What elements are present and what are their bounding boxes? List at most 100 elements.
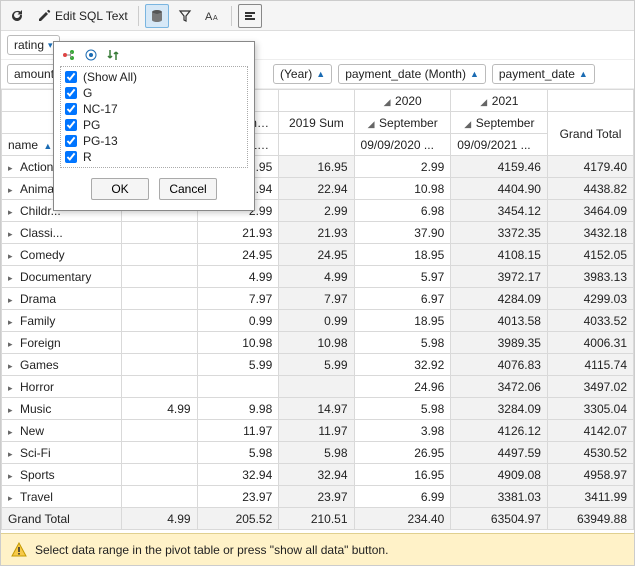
font-size-button[interactable]: AA xyxy=(201,4,225,28)
table-row[interactable]: ▸Classi...21.9321.9337.903372.353432.18 xyxy=(2,222,634,244)
sort-icon[interactable] xyxy=(106,48,120,62)
table-row[interactable]: ▸Horror24.963472.063497.02 xyxy=(2,376,634,398)
rating-filter-popup: (Show All)GNC-17PGPG-13R OK Cancel xyxy=(53,41,255,211)
cell: 4438.82 xyxy=(547,178,633,200)
cell: 4530.52 xyxy=(547,442,633,464)
filter-checkbox[interactable] xyxy=(65,151,77,163)
cell: 4076.83 xyxy=(451,354,548,376)
cell: 3381.03 xyxy=(451,486,548,508)
filter-option[interactable]: (Show All) xyxy=(61,69,247,85)
table-row[interactable]: ▸Drama7.977.976.974284.094299.03 xyxy=(2,288,634,310)
cell: 5.98 xyxy=(354,332,451,354)
filter-option-label: R xyxy=(83,150,92,164)
table-row[interactable]: ▸Sports32.9432.9416.954909.084958.97 xyxy=(2,464,634,486)
svg-text:A: A xyxy=(205,11,213,23)
edit-sql-label: Edit SQL Text xyxy=(55,9,128,23)
row-name-label: Sports xyxy=(20,468,55,482)
row-name-label: New xyxy=(20,424,44,438)
year-2020-header[interactable]: ◢2020 xyxy=(354,90,451,112)
target-icon[interactable] xyxy=(84,48,98,62)
cell: 4006.31 xyxy=(547,332,633,354)
filter-button[interactable] xyxy=(173,4,197,28)
sort-asc-icon: ▲ xyxy=(316,69,325,79)
table-row[interactable]: ▸Comedy24.9524.9518.954108.154152.05 xyxy=(2,244,634,266)
cell: 3411.99 xyxy=(547,486,633,508)
month-sep-header-2020[interactable]: ◢September xyxy=(354,112,451,134)
cell: 4152.05 xyxy=(547,244,633,266)
filter-option[interactable]: PG xyxy=(61,117,247,133)
date-2021-header[interactable]: 09/09/2021 ... xyxy=(451,134,548,156)
amount-chip-label: amount xyxy=(14,67,54,81)
sort-asc-icon: ▲ xyxy=(470,69,479,79)
filter-cancel-button[interactable]: Cancel xyxy=(159,178,217,200)
table-row[interactable]: ▸New11.9711.973.984126.124142.07 xyxy=(2,420,634,442)
filter-option[interactable]: PG-13 xyxy=(61,133,247,149)
cell: 6.97 xyxy=(354,288,451,310)
row-name-label: Foreign xyxy=(20,336,61,350)
month-sep-header-2021[interactable]: ◢September xyxy=(451,112,548,134)
table-row[interactable]: ▸Family0.990.9918.954013.584033.52 xyxy=(2,310,634,332)
table-row[interactable]: ▸Documentary4.994.995.973972.173983.13 xyxy=(2,266,634,288)
database-button[interactable] xyxy=(145,4,169,28)
cell xyxy=(122,222,197,244)
table-row[interactable]: ▸Travel23.9723.976.993381.033411.99 xyxy=(2,486,634,508)
date-chip[interactable]: payment_date ▲ xyxy=(492,64,595,84)
filter-option[interactable]: R xyxy=(61,149,247,165)
row-name-label: Family xyxy=(20,314,55,328)
grand-total-header[interactable]: Grand Total xyxy=(547,112,633,156)
filter-checkbox[interactable] xyxy=(65,103,77,115)
row-name-label: Games xyxy=(20,358,59,372)
grand-total-row[interactable]: Grand Total4.99205.52210.51234.4063504.9… xyxy=(2,508,634,530)
table-row[interactable]: ▸Sci-Fi5.985.9826.954497.594530.52 xyxy=(2,442,634,464)
filter-option[interactable]: G xyxy=(61,85,247,101)
cell: 21.93 xyxy=(279,222,354,244)
cell: 5.98 xyxy=(197,442,279,464)
table-row[interactable]: ▸Music4.999.9814.975.983284.093305.04 xyxy=(2,398,634,420)
edit-sql-button[interactable]: Edit SQL Text xyxy=(33,4,132,28)
row-name-label: Horror xyxy=(20,380,54,394)
cell: 5.98 xyxy=(354,398,451,420)
cell: 7.97 xyxy=(279,288,354,310)
cell: 37.90 xyxy=(354,222,451,244)
filter-option[interactable]: NC-17 xyxy=(61,101,247,117)
cell: 4299.03 xyxy=(547,288,633,310)
sum-2019-header[interactable]: 2019 Sum xyxy=(279,112,354,134)
cell: 11.97 xyxy=(279,420,354,442)
cell xyxy=(122,442,197,464)
cell: 2.99 xyxy=(354,156,451,178)
cell: 24.96 xyxy=(354,376,451,398)
filter-icon: ▾ xyxy=(48,40,53,51)
table-row[interactable]: ▸Games5.995.9932.924076.834115.74 xyxy=(2,354,634,376)
filter-checkbox[interactable] xyxy=(65,119,77,131)
layout-button[interactable] xyxy=(238,4,262,28)
filter-checkbox[interactable] xyxy=(65,71,77,83)
year-chip[interactable]: (Year) ▲ xyxy=(273,64,332,84)
tree-icon[interactable] xyxy=(62,48,76,62)
cell: 6.99 xyxy=(354,486,451,508)
date-2020-header[interactable]: 09/09/2020 ... xyxy=(354,134,451,156)
table-row[interactable]: ▸Foreign10.9810.985.983989.354006.31 xyxy=(2,332,634,354)
status-text: Select data range in the pivot table or … xyxy=(35,543,388,557)
filter-checkbox[interactable] xyxy=(65,135,77,147)
rating-chip[interactable]: rating ▾ xyxy=(7,35,60,55)
cell: 4958.97 xyxy=(547,464,633,486)
cell: 18.95 xyxy=(354,244,451,266)
row-name-label: Music xyxy=(20,402,51,416)
cell: 14.97 xyxy=(279,398,354,420)
cell: 4.99 xyxy=(197,266,279,288)
cell: 4179.40 xyxy=(547,156,633,178)
cell: 4404.90 xyxy=(451,178,548,200)
cell: 3454.12 xyxy=(451,200,548,222)
refresh-button[interactable] xyxy=(5,4,29,28)
filter-checkbox[interactable] xyxy=(65,87,77,99)
month-chip[interactable]: payment_date (Month) ▲ xyxy=(338,64,486,84)
cell: 4.99 xyxy=(279,266,354,288)
cell: 3497.02 xyxy=(547,376,633,398)
filter-ok-button[interactable]: OK xyxy=(91,178,149,200)
cell: 9.98 xyxy=(197,398,279,420)
year-2021-header[interactable]: ◢2021 xyxy=(451,90,548,112)
cell: 4126.12 xyxy=(451,420,548,442)
cell: 3464.09 xyxy=(547,200,633,222)
cell: 16.95 xyxy=(354,464,451,486)
cell: 11.97 xyxy=(197,420,279,442)
